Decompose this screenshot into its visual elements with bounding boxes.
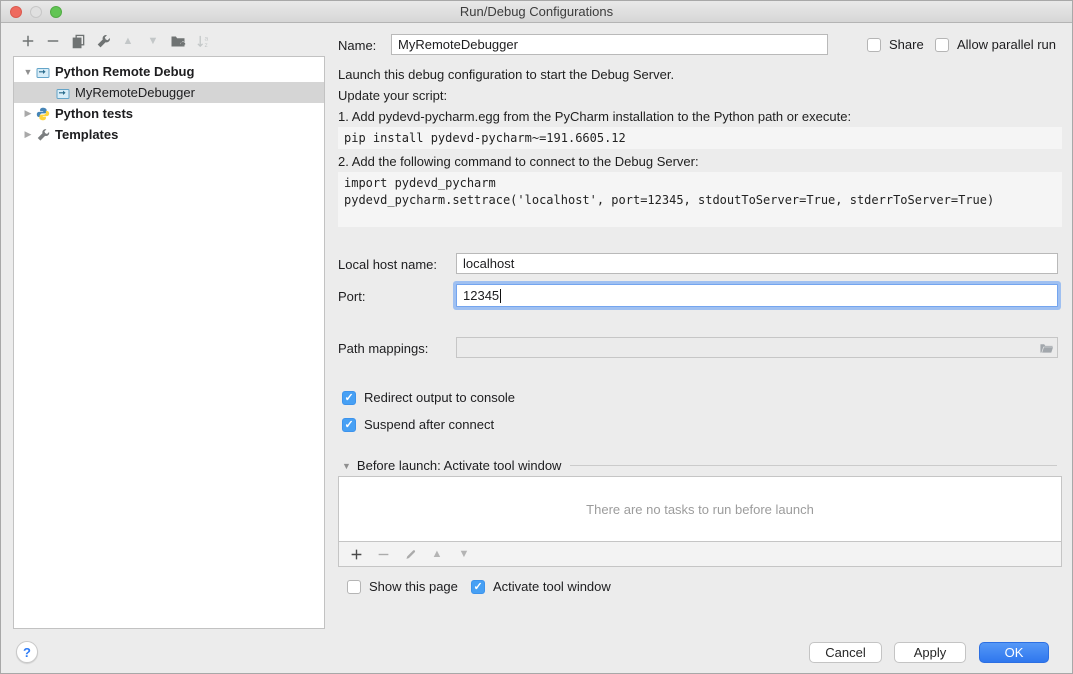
titlebar: Run/Debug Configurations [1,1,1072,23]
edit-task-button[interactable] [402,546,418,562]
code-line: pydevd_pycharm.settrace('localhost', por… [344,192,1056,209]
ok-button[interactable]: OK [979,642,1049,663]
local-host-name-input[interactable] [456,253,1058,274]
edit-templates-button[interactable] [95,33,111,49]
folder-icon[interactable] [1039,341,1054,355]
wrench-icon [96,34,111,49]
path-mappings-input[interactable] [456,337,1058,358]
help-button[interactable]: ? [16,641,38,663]
configurations-tree: ▼ Python Remote Debug MyRemoteDebugger ▶ [13,56,325,629]
code-line: import pydevd_pycharm [344,175,1056,192]
tree-item-templates[interactable]: ▶ Templates [14,124,324,145]
show-this-page-label: Show this page [369,579,458,594]
share-checkbox-row: Share [867,37,924,52]
path-mappings-label: Path mappings: [338,341,428,356]
copy-configuration-button[interactable] [70,33,86,49]
show-this-page-checkbox-row: Show this page [347,579,458,594]
remote-debug-icon [56,86,70,100]
sort-alphabetically-button[interactable]: a z [195,33,211,49]
name-input[interactable] [391,34,828,55]
minimize-window-button[interactable] [30,6,42,18]
remote-debug-icon [36,65,50,79]
suspend-after-connect-label: Suspend after connect [364,417,494,432]
before-launch-tasks-list: There are no tasks to run before launch [338,476,1062,542]
sort-az-icon: a z [196,34,211,49]
step1-text: 1. Add pydevd-pycharm.egg from the PyCha… [338,109,851,124]
allow-parallel-run-checkbox[interactable] [935,38,949,52]
show-this-page-checkbox[interactable] [347,580,361,594]
down-triangle-icon: ▼ [459,549,470,560]
tree-item-label: MyRemoteDebugger [75,85,195,100]
chevron-down-icon[interactable]: ▼ [342,461,351,471]
tasks-toolbar: ▲ ▼ [338,542,1062,567]
allow-parallel-run-label: Allow parallel run [957,37,1056,52]
local-host-name-label: Local host name: [338,257,437,272]
tree-item-label: Python tests [55,106,133,121]
empty-tasks-text: There are no tasks to run before launch [586,502,814,517]
intro-text: Launch this debug configuration to start… [338,67,674,82]
tree-item-python-remote-debug[interactable]: ▼ Python Remote Debug [14,61,324,82]
redirect-output-checkbox-row: Redirect output to console [342,390,515,405]
settrace-code-block: import pydevd_pycharm pydevd_pycharm.set… [338,172,1062,227]
move-down-button[interactable]: ▼ [145,33,161,49]
tree-item-label: Templates [55,127,118,142]
tree-item-myremotedebugger[interactable]: MyRemoteDebugger [14,82,324,103]
activate-tool-window-checkbox[interactable] [471,580,485,594]
allow-parallel-run-checkbox-row: Allow parallel run [935,37,1056,52]
help-question-icon: ? [23,645,31,660]
before-launch-title: Before launch: Activate tool window [357,458,562,473]
up-triangle-icon: ▲ [432,549,443,560]
share-checkbox[interactable] [867,38,881,52]
down-triangle-icon: ▼ [148,36,159,47]
add-configuration-button[interactable] [20,33,36,49]
share-label: Share [889,37,924,52]
plus-icon [350,548,363,561]
chevron-right-icon[interactable]: ▶ [22,129,34,140]
move-up-button[interactable]: ▲ [120,33,136,49]
pip-install-code-block: pip install pydevd-pycharm~=191.6605.12 [338,127,1062,149]
chevron-right-icon[interactable]: ▶ [22,108,34,119]
window-title: Run/Debug Configurations [1,1,1072,22]
apply-button[interactable]: Apply [894,642,966,663]
configurations-toolbar: ▲ ▼ a z [20,33,211,49]
activate-tool-window-label: Activate tool window [493,579,611,594]
minus-icon [377,548,390,561]
new-folder-button[interactable] [170,33,186,49]
port-input[interactable]: 12345 [456,284,1058,307]
python-icon [36,107,50,121]
text-cursor [500,289,501,303]
zoom-window-button[interactable] [50,6,62,18]
name-label: Name: [338,38,376,53]
minus-icon [46,34,60,48]
pencil-icon [404,548,417,561]
move-task-up-button[interactable]: ▲ [429,546,445,562]
cancel-button[interactable]: Cancel [809,642,882,663]
port-label: Port: [338,289,365,304]
tree-item-python-tests[interactable]: ▶ Python tests [14,103,324,124]
move-task-down-button[interactable]: ▼ [456,546,472,562]
plus-icon [21,34,35,48]
before-launch-section-header: ▼ Before launch: Activate tool window [342,458,1057,473]
close-window-button[interactable] [10,6,22,18]
remove-configuration-button[interactable] [45,33,61,49]
tree-item-label: Python Remote Debug [55,64,194,79]
redirect-output-label: Redirect output to console [364,390,515,405]
step2-text: 2. Add the following command to connect … [338,154,699,169]
remove-task-button[interactable] [375,546,391,562]
add-task-button[interactable] [348,546,364,562]
up-triangle-icon: ▲ [123,36,134,47]
activate-tool-window-checkbox-row: Activate tool window [471,579,611,594]
port-value: 12345 [463,288,499,303]
suspend-after-connect-checkbox-row: Suspend after connect [342,417,494,432]
wrench-icon [36,128,50,142]
section-divider [570,465,1057,466]
svg-text:z: z [204,42,207,49]
folder-plus-icon [170,33,186,49]
run-debug-configurations-dialog: Run/Debug Configurations ▲ ▼ [0,0,1073,674]
chevron-down-icon[interactable]: ▼ [22,67,34,77]
redirect-output-checkbox[interactable] [342,391,356,405]
suspend-after-connect-checkbox[interactable] [342,418,356,432]
copy-icon [71,34,86,49]
update-script-text: Update your script: [338,88,447,103]
